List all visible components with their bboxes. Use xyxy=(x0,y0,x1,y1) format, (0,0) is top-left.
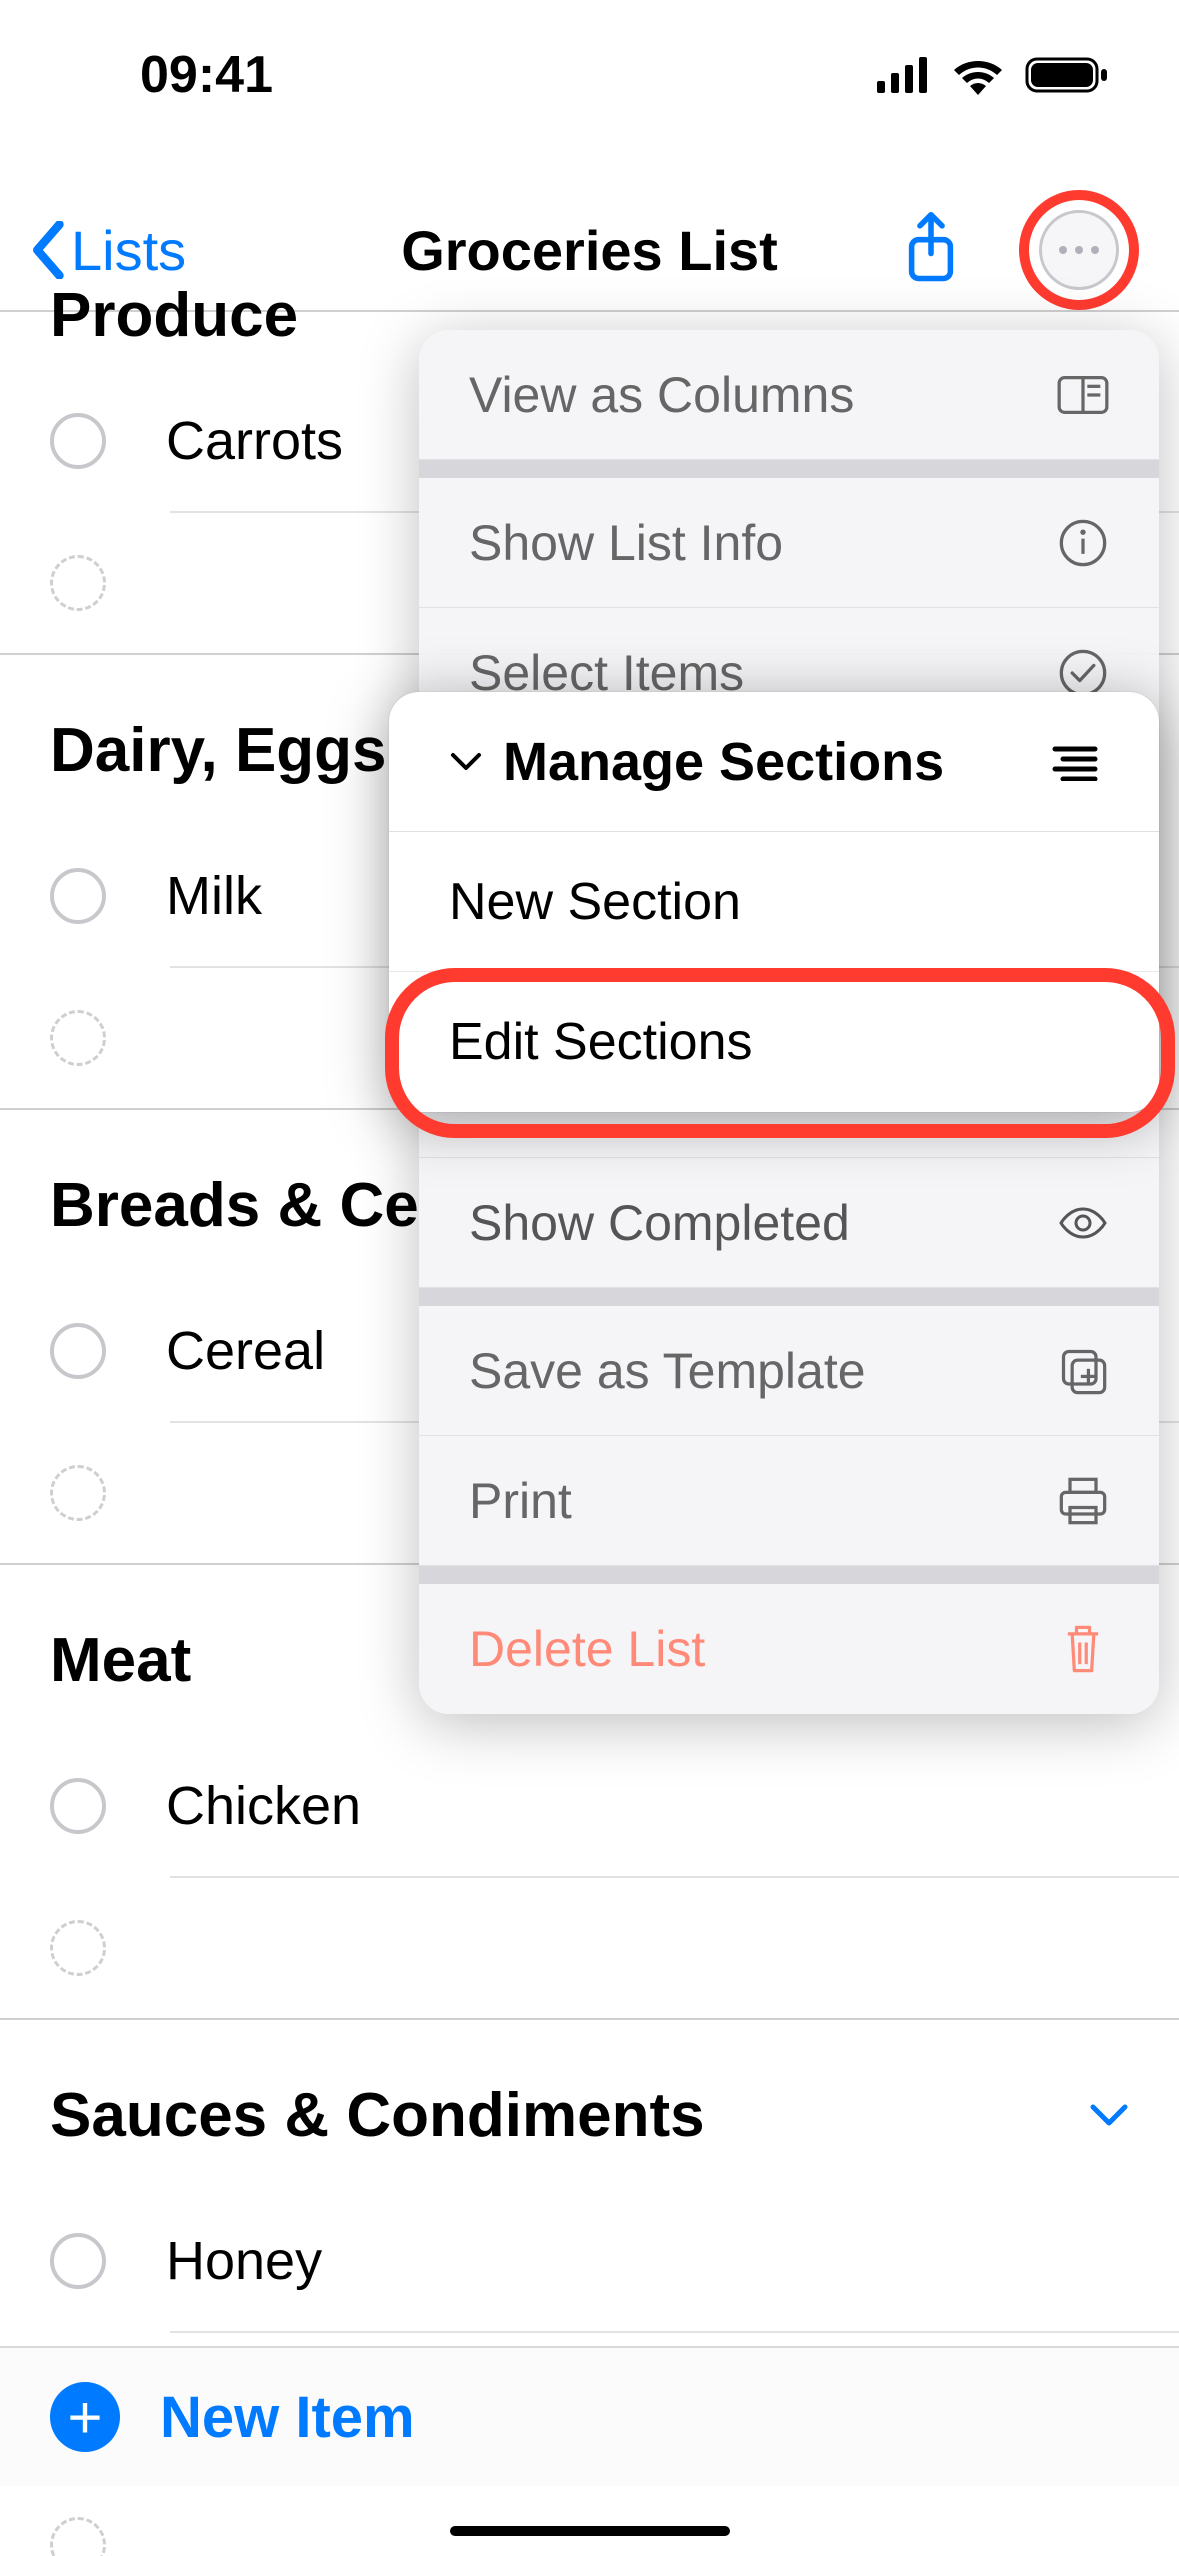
menu-separator xyxy=(419,1288,1159,1306)
submenu-new-section[interactable]: New Section xyxy=(389,832,1159,972)
chevron-left-icon xyxy=(30,221,65,279)
empty-item[interactable] xyxy=(0,1878,1179,2018)
submenu-label: Edit Sections xyxy=(449,1012,753,1072)
more-icon xyxy=(1057,245,1101,255)
menu-show-list-info[interactable]: Show List Info xyxy=(419,478,1159,608)
page-title: Groceries List xyxy=(401,218,778,283)
menu-label: View as Columns xyxy=(469,366,854,424)
item-label: Honey xyxy=(166,2230,322,2292)
eye-icon xyxy=(1057,1205,1109,1241)
menu-label: Show List Info xyxy=(469,514,783,572)
placeholder-checkbox xyxy=(50,1465,106,1521)
placeholder-checkbox xyxy=(50,1920,106,1976)
status-bar: 09:41 xyxy=(0,0,1179,150)
item-label: Cereal xyxy=(166,1320,325,1382)
trash-icon xyxy=(1057,1623,1109,1675)
printer-icon xyxy=(1057,1475,1109,1527)
list-item[interactable]: Honey xyxy=(0,2191,1179,2331)
cellular-icon xyxy=(877,57,931,93)
menu-save-template[interactable]: Save as Template xyxy=(419,1306,1159,1436)
battery-icon xyxy=(1025,55,1109,95)
check-circle-icon xyxy=(1057,647,1109,699)
menu-label: Save as Template xyxy=(469,1342,866,1400)
menu-separator xyxy=(419,1566,1159,1584)
submenu-edit-sections[interactable]: Edit Sections xyxy=(389,972,1159,1112)
section-title: Sauces & Condiments xyxy=(50,2080,705,2151)
screen: 09:41 Lists Groceries List Produce xyxy=(0,0,1179,2556)
new-item-button[interactable]: + New Item xyxy=(50,2382,415,2452)
checkbox[interactable] xyxy=(50,2233,106,2289)
submenu-title: Manage Sections xyxy=(503,731,944,793)
checkbox[interactable] xyxy=(50,1323,106,1379)
checkbox[interactable] xyxy=(50,868,106,924)
info-icon xyxy=(1057,517,1109,569)
new-item-label: New Item xyxy=(160,2384,415,2451)
section-title: Meat xyxy=(50,1625,191,1696)
item-label: Milk xyxy=(166,865,262,927)
section-title: Produce xyxy=(50,280,298,351)
template-icon xyxy=(1057,1345,1109,1397)
toolbar: + New Item xyxy=(0,2346,1179,2486)
share-icon xyxy=(903,212,959,284)
plus-icon: + xyxy=(50,2382,120,2452)
menu-label: Print xyxy=(469,1472,572,1530)
menu-separator xyxy=(419,460,1159,478)
share-button[interactable] xyxy=(903,212,959,289)
menu-label: Show Completed xyxy=(469,1194,850,1252)
item-label: Chicken xyxy=(166,1775,361,1837)
home-indicator xyxy=(450,2526,730,2536)
sections-icon xyxy=(1051,743,1099,781)
item-label: Carrots xyxy=(166,410,343,472)
checkbox[interactable] xyxy=(50,413,106,469)
status-time: 09:41 xyxy=(140,45,273,105)
submenu-label: New Section xyxy=(449,872,741,932)
chevron-down-icon xyxy=(449,751,483,773)
menu-show-completed[interactable]: Show Completed xyxy=(419,1158,1159,1288)
menu-view-as-columns[interactable]: View as Columns xyxy=(419,330,1159,460)
placeholder-checkbox xyxy=(50,2517,106,2556)
checkbox[interactable] xyxy=(50,1778,106,1834)
menu-print[interactable]: Print xyxy=(419,1436,1159,1566)
status-indicators xyxy=(877,55,1109,95)
chevron-down-icon xyxy=(1089,2103,1129,2129)
wifi-icon xyxy=(951,55,1005,95)
back-label: Lists xyxy=(71,218,186,283)
menu-delete-list[interactable]: Delete List xyxy=(419,1584,1159,1714)
columns-icon xyxy=(1057,369,1109,421)
section-title: Dairy, Eggs xyxy=(50,715,387,786)
back-button[interactable]: Lists xyxy=(30,218,186,283)
section-header[interactable]: Sauces & Condiments xyxy=(0,2020,1179,2191)
submenu-header[interactable]: Manage Sections xyxy=(389,692,1159,832)
menu-label: Delete List xyxy=(469,1620,705,1678)
section-title: Breads & Ce xyxy=(50,1170,419,1241)
empty-item[interactable] xyxy=(0,2475,1179,2556)
list-item[interactable]: Chicken xyxy=(0,1736,1179,1876)
placeholder-checkbox xyxy=(50,1010,106,1066)
placeholder-checkbox xyxy=(50,555,106,611)
manage-sections-submenu: Manage Sections New Section Edit Section… xyxy=(389,692,1159,1112)
more-button[interactable] xyxy=(1039,210,1119,290)
